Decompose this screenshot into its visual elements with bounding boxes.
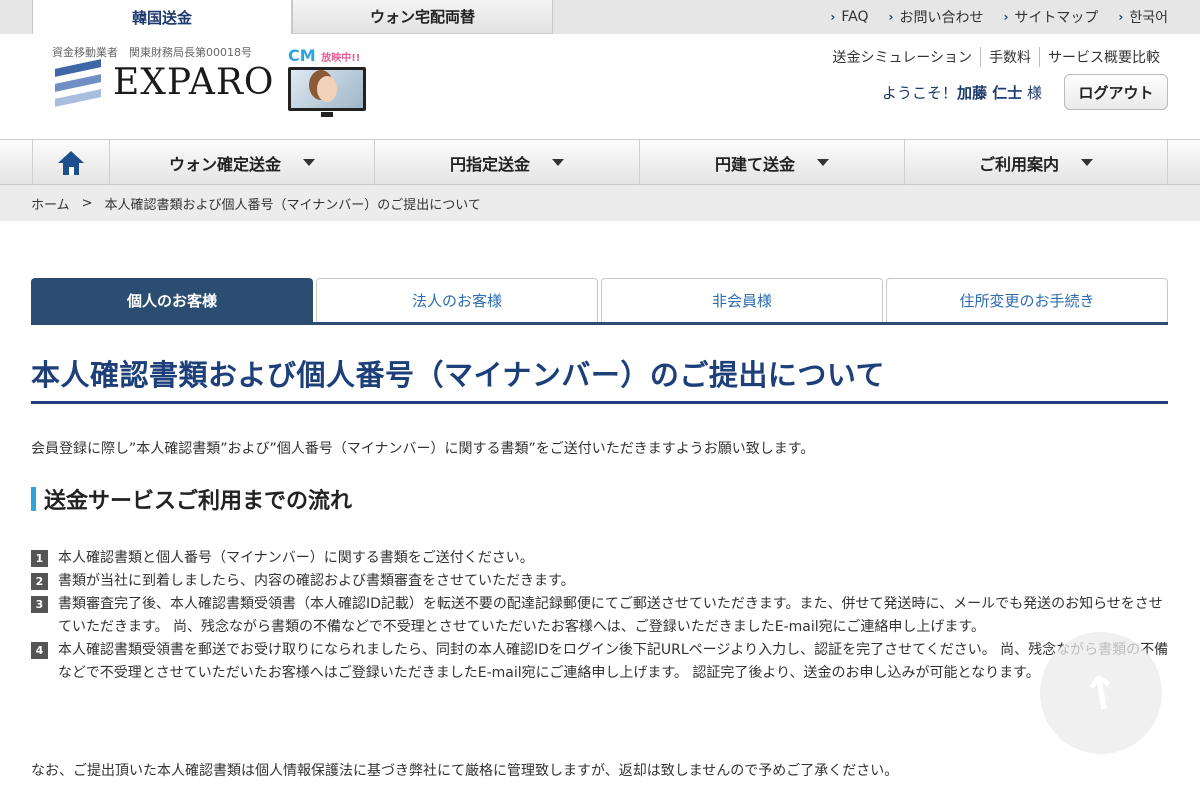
- arrow-up-icon: ↑: [1077, 663, 1125, 723]
- intro-text: 会員登録に際し”本人確認書類”および”個人番号（マイナンバー）に関する書類”をご…: [31, 441, 815, 457]
- section-accent-bar: [31, 487, 36, 511]
- welcome-suffix: 様: [1026, 84, 1042, 102]
- step-item: 4 本人確認書類受領書を郵送でお受け取りになられましたら、同封の本人確認IDをロ…: [31, 639, 1171, 685]
- nav-label: ウォン確定送金: [168, 154, 281, 174]
- fees-link[interactable]: 手数料: [980, 47, 1039, 67]
- dropdown-arrow-icon: [552, 159, 564, 166]
- step-item: 2 書類が当社に到着しましたら、内容の確認および書類審査をさせていただきます。: [31, 570, 1171, 593]
- user-name: 加藤 仁士: [956, 84, 1023, 102]
- site-tab-won-delivery[interactable]: ウォン宅配両替: [292, 0, 553, 34]
- title-divider: [31, 401, 1168, 404]
- presenter-image: [317, 76, 337, 102]
- nav-home[interactable]: [32, 140, 109, 185]
- tab-non-member[interactable]: 非会員様: [601, 278, 883, 322]
- license-text: 資金移動業者 関東財務局長第00018号: [52, 46, 252, 59]
- tv-icon: [288, 67, 366, 117]
- cm-title: CM 放映中!!: [288, 46, 372, 65]
- header-links: 送金シミュレーション 手数料 サービス概要比較: [825, 47, 1168, 67]
- nav-yen-specified-remittance[interactable]: 円指定送金: [374, 140, 639, 185]
- breadcrumb: ホーム > 本人確認書類および個人番号（マイナンバー）のご提出について: [0, 185, 1200, 221]
- nav-label: 円建て送金: [714, 154, 795, 174]
- cm-banner[interactable]: CM 放映中!!: [288, 46, 372, 117]
- welcome-prefix: ようこそ！: [881, 84, 957, 102]
- step-text: 本人確認書類と個人番号（マイナンバー）に関する書類をご送付ください。: [58, 550, 534, 566]
- breadcrumb-separator: >: [81, 195, 93, 211]
- process-steps: 1 本人確認書類と個人番号（マイナンバー）に関する書類をご送付ください。 2 書…: [31, 547, 1171, 685]
- section-title-text: 送金サービスご利用までの流れ: [44, 489, 353, 514]
- chevron-right-icon: ›: [888, 10, 894, 24]
- nav-label: 円指定送金: [449, 154, 530, 174]
- cm-label: CM: [288, 46, 316, 65]
- chevron-right-icon: ›: [1118, 10, 1124, 24]
- sitemap-label: サイトマップ: [1014, 10, 1099, 26]
- breadcrumb-home[interactable]: ホーム: [31, 194, 70, 213]
- page-title: 本人確認書類および個人番号（マイナンバー）のご提出について: [31, 358, 886, 392]
- tab-address-change[interactable]: 住所変更のお手続き: [886, 278, 1168, 322]
- top-bar: 韓国送金 ウォン宅配両替 › FAQ › お問い合わせ › サイトマップ › 한국어: [0, 0, 1200, 34]
- step-number-badge: 3: [31, 596, 48, 613]
- tab-corporate[interactable]: 法人のお客様: [316, 278, 598, 322]
- scroll-to-top-button[interactable]: ↑: [1040, 632, 1162, 754]
- step-text: 書類が当社に到着しましたら、内容の確認および書類審査をさせていただきます。: [58, 573, 575, 589]
- home-icon: [58, 150, 84, 175]
- site-logo[interactable]: EXPARO: [55, 58, 275, 107]
- sitemap-link[interactable]: › サイトマップ: [1003, 7, 1098, 27]
- step-text: 書類審査完了後、本人確認書類受領書（本人確認ID記載）を転送不要の配達記録郵便に…: [58, 596, 1163, 635]
- faq-label: FAQ: [841, 9, 869, 25]
- logo-mark-icon: [55, 58, 101, 107]
- step-number-badge: 1: [31, 550, 48, 567]
- section-title: 送金サービスご利用までの流れ: [31, 484, 352, 514]
- tab-individual[interactable]: 個人のお客様: [31, 278, 313, 322]
- welcome-message: ようこそ！加藤 仁士 様: [882, 82, 1042, 103]
- logout-button[interactable]: ログアウト: [1064, 74, 1168, 110]
- dropdown-arrow-icon: [817, 159, 829, 166]
- step-item: 3 書類審査完了後、本人確認書類受領書（本人確認ID記載）を転送不要の配達記録郵…: [31, 593, 1171, 639]
- customer-type-tabs: 個人のお客様 法人のお客様 非会員様 住所変更のお手続き: [31, 278, 1168, 325]
- korean-language-label: 한국어: [1129, 10, 1168, 26]
- dropdown-arrow-icon: [1081, 159, 1093, 166]
- step-number-badge: 2: [31, 573, 48, 590]
- global-nav: ウォン確定送金 円指定送金 円建て送金 ご利用案内: [0, 139, 1200, 185]
- korean-language-link[interactable]: › 한국어: [1118, 7, 1168, 27]
- logo-text: EXPARO: [113, 62, 275, 103]
- nav-label: ご利用案内: [978, 154, 1059, 174]
- step-item: 1 本人確認書類と個人番号（マイナンバー）に関する書類をご送付ください。: [31, 547, 1171, 570]
- step-text: 本人確認書類受領書を郵送でお受け取りになられましたら、同封の本人確認IDをログイ…: [58, 642, 1169, 681]
- nav-usage-guide[interactable]: ご利用案内: [904, 140, 1168, 185]
- chevron-right-icon: ›: [1003, 10, 1009, 24]
- cm-badge: 放映中!!: [321, 53, 361, 64]
- contact-label: お問い合わせ: [899, 10, 984, 26]
- breadcrumb-current: 本人確認書類および個人番号（マイナンバー）のご提出について: [104, 197, 481, 213]
- nav-won-fixed-remittance[interactable]: ウォン確定送金: [109, 140, 374, 185]
- remittance-simulation-link[interactable]: 送金シミュレーション: [825, 47, 980, 67]
- contact-link[interactable]: › お問い合わせ: [889, 7, 984, 27]
- step-number-badge: 4: [31, 642, 48, 659]
- site-tab-korea-remittance[interactable]: 韓国送金: [32, 0, 292, 34]
- service-comparison-link[interactable]: サービス概要比較: [1039, 47, 1168, 67]
- chevron-right-icon: ›: [830, 10, 836, 24]
- nav-yen-denominated-remittance[interactable]: 円建て送金: [639, 140, 904, 185]
- retention-notice: なお、ご提出頂いた本人確認書類は個人情報保護法に基づき弊社にて厳格に管理致します…: [31, 763, 899, 779]
- dropdown-arrow-icon: [303, 159, 315, 166]
- faq-link[interactable]: › FAQ: [830, 9, 868, 25]
- utility-links: › FAQ › お問い合わせ › サイトマップ › 한국어: [830, 0, 1168, 34]
